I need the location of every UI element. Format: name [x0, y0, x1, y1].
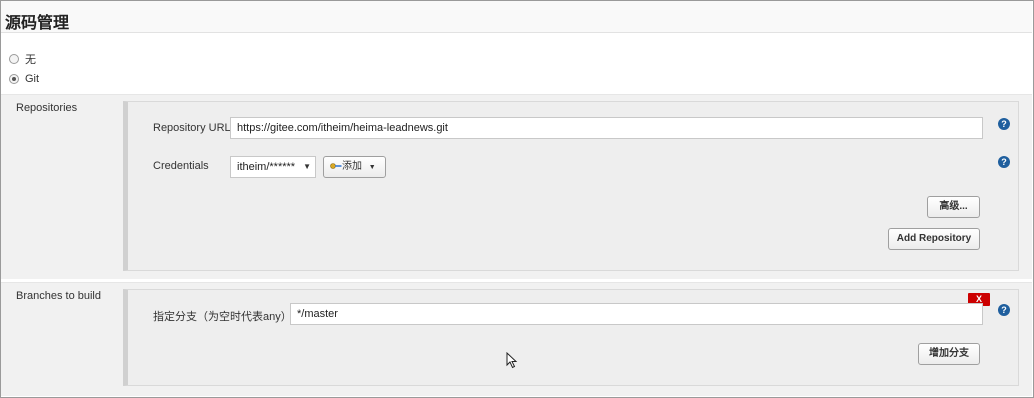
question-help-icon[interactable]: ? — [998, 304, 1010, 316]
branches-label: Branches to build — [16, 290, 101, 302]
scm-option-none[interactable]: 无 — [9, 51, 36, 67]
scm-option-none-label: 无 — [25, 54, 36, 66]
page-title: 源码管理 — [5, 13, 70, 32]
mouse-cursor-icon — [506, 352, 518, 369]
add-credentials-button[interactable]: 添加 ▼ — [323, 156, 386, 178]
branch-specifier-label: 指定分支（为空时代表any） — [153, 311, 292, 323]
caret-down-icon: ▼ — [303, 162, 311, 171]
scm-option-git[interactable]: Git — [9, 73, 39, 85]
scm-option-git-label: Git — [25, 73, 40, 85]
caret-down-icon: ▼ — [368, 164, 376, 171]
add-credentials-label: 添加 — [342, 161, 362, 172]
repository-url-input[interactable]: https://gitee.com/itheim/heima-leadnews.… — [230, 117, 983, 139]
credentials-label: Credentials — [153, 160, 209, 172]
question-help-icon[interactable]: ? — [998, 156, 1010, 168]
question-help-icon[interactable]: ? — [998, 118, 1010, 130]
radio-icon[interactable] — [9, 74, 19, 84]
section-header: 源码管理 — [1, 1, 1032, 33]
repositories-label: Repositories — [16, 102, 78, 114]
repository-url-label: Repository URL — [153, 122, 231, 134]
branch-specifier-input[interactable]: */master — [290, 303, 983, 325]
advanced-button[interactable]: 高级... — [927, 196, 980, 218]
add-branch-button[interactable]: 增加分支 — [918, 343, 980, 365]
radio-icon[interactable] — [9, 54, 19, 64]
credentials-select[interactable]: itheim/****** ▼ — [230, 156, 316, 178]
key-icon — [330, 163, 342, 170]
credentials-selected-value: itheim/****** — [237, 161, 296, 173]
add-repository-button[interactable]: Add Repository — [888, 228, 980, 250]
